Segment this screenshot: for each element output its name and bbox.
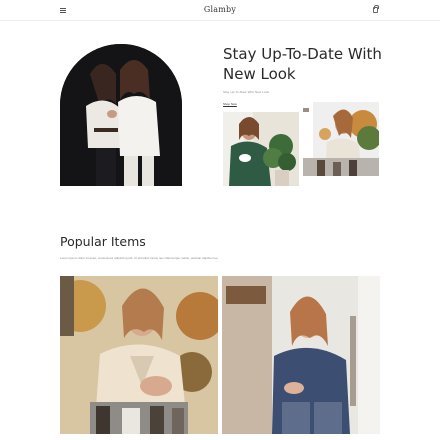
hero-title: Stay Up-To-Date With New Look <box>223 45 382 83</box>
top-navigation-bar: Glamby <box>0 0 440 21</box>
hero-subtitle: Stay Up-To-Date With New Look <box>223 90 270 94</box>
section-title: Popular Items <box>60 234 146 249</box>
popular-item-card[interactable] <box>60 276 218 434</box>
shop-now-link[interactable]: Shop Now <box>223 102 237 106</box>
product-thumbnail[interactable] <box>303 102 379 176</box>
popular-item-card[interactable] <box>222 276 380 434</box>
product-thumbnail[interactable] <box>223 112 299 186</box>
section-description: Lorem ipsum dolor sit amet, consectetur … <box>60 256 219 260</box>
hero-image <box>60 44 182 186</box>
shopping-bag-icon[interactable] <box>373 5 379 13</box>
